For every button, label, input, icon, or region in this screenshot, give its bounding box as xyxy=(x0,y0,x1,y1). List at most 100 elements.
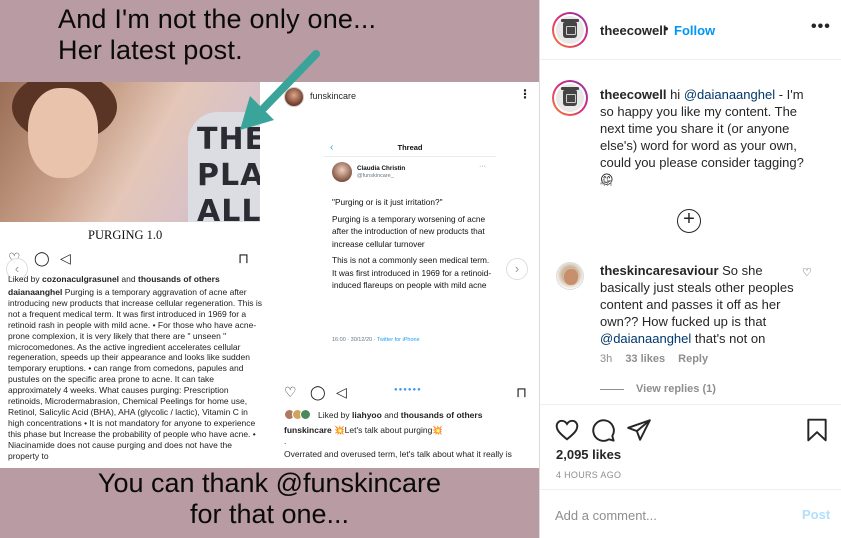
avatar[interactable] xyxy=(552,80,588,116)
liked-by-user: cozonaculgrasunel xyxy=(42,274,120,284)
caption-username: daianaanghel xyxy=(8,287,63,297)
tweet-paragraph: Purging is a temporary worsening of acne… xyxy=(332,213,486,249)
shirt-text: THERE PLAC ALL xyxy=(197,122,260,222)
shot2-caption-line2: Overrated and overused term, let's talk … xyxy=(284,449,512,459)
comment-username[interactable]: theecowell xyxy=(600,87,666,102)
liked-by-label: Liked by xyxy=(318,410,350,420)
heart-icon: ♡ xyxy=(284,384,297,400)
heart-icon[interactable] xyxy=(554,417,580,443)
bookmark-icon: ⊓ xyxy=(238,250,249,266)
share-icon: ◁ xyxy=(336,384,347,400)
liked-by-user: liahyoo xyxy=(352,410,382,420)
post-image[interactable]: And I'm not the only one... Her latest p… xyxy=(0,0,539,538)
caption-dot: . xyxy=(284,436,287,446)
more-icon: ⋮ xyxy=(519,87,531,101)
follow-button[interactable]: Follow xyxy=(674,23,715,38)
caption-text: 💥Let's talk about purging💥 xyxy=(331,425,443,435)
comment-username[interactable]: theskincaresaviour xyxy=(600,263,719,278)
post-actions: 2,095 likes 4 HOURS AGO xyxy=(540,404,841,488)
post-sidebar: theecowell • Follow ••• theecowell hi @d… xyxy=(539,0,841,538)
tweet-more-icon: ··· xyxy=(479,163,486,170)
caption-username: funskincare xyxy=(284,425,332,435)
image-caption-line: And I'm not the only one... xyxy=(58,4,377,34)
liked-by-count: thousands of others xyxy=(400,410,483,420)
shirt-text-line: ALL xyxy=(197,194,260,222)
post-header: theecowell • Follow ••• xyxy=(540,0,841,60)
chevron-right-icon: › xyxy=(506,258,528,280)
screenshot-daianaanghel-post: THERE PLAC ALL PURGING 1.0 ♡ ◯ ◁ ⊓ ‹ Lik… xyxy=(0,82,281,468)
view-replies-label: View replies (1) xyxy=(636,383,716,395)
comment-like-heart-icon[interactable]: ♡ xyxy=(802,266,812,279)
separator-dot: • xyxy=(664,21,669,36)
comment-time[interactable]: 4h xyxy=(600,177,612,189)
image-caption-line: You can thank @funskincare xyxy=(97,468,442,498)
image-caption-line: for that one... xyxy=(189,499,350,529)
liked-by-and: and xyxy=(384,410,399,420)
screenshot-funskincare-post: funskincare ⋮ ‹ Thread Claudia Christin … xyxy=(276,82,539,468)
teal-arrow-icon xyxy=(240,50,320,130)
tweet-avatar xyxy=(332,162,352,182)
view-replies-button[interactable]: View replies (1) xyxy=(600,383,716,395)
liked-by-and: and xyxy=(121,274,136,284)
comment-icon: ◯ xyxy=(310,384,326,400)
liked-by-count: thousands of others xyxy=(137,274,220,284)
share-icon: ◁ xyxy=(60,250,71,266)
add-comment-input[interactable] xyxy=(555,505,775,525)
post-timestamp[interactable]: 4 HOURS AGO xyxy=(556,470,621,480)
comment-text: theskincaresaviour So she basically just… xyxy=(600,262,800,347)
shot1-caption: daianaanghel Purging is a temporary aggr… xyxy=(8,287,263,462)
tweet-text: "Purging or is it just irritation?" Purg… xyxy=(332,196,492,296)
trash-can-icon xyxy=(561,87,579,106)
tweet-thread-card: ‹ Thread Claudia Christin @funskincare_ … xyxy=(324,138,496,352)
comment-body: that's not on xyxy=(691,331,766,346)
header-username[interactable]: theecowell xyxy=(600,23,666,38)
selfie-photo: THERE PLAC ALL xyxy=(0,82,260,222)
trash-can-icon xyxy=(561,19,579,38)
tweet-source: Twitter for iPhone xyxy=(376,337,420,343)
shot2-caption: funskincare 💥Let's talk about purging💥. xyxy=(284,425,534,447)
caption-text: Purging is a temporary aggravation of ac… xyxy=(8,287,263,461)
tweet-paragraph: "Purging or is it just irritation?" xyxy=(332,197,443,207)
comment-time[interactable]: 3h xyxy=(600,353,612,365)
photo-title: PURGING 1.0 xyxy=(88,228,163,242)
comment-body: hi xyxy=(666,87,684,102)
replies-line xyxy=(600,388,624,390)
face-shape xyxy=(28,88,98,178)
bookmark-icon: ⊓ xyxy=(516,384,527,400)
tweet-time: 16:00 · 30/12/20 · xyxy=(332,337,377,343)
bookmark-icon[interactable] xyxy=(804,417,830,443)
shot1-liked-by: Liked by cozonaculgrasunel and thousands… xyxy=(8,274,263,285)
shot2-liked-by: Liked by liahyoo and thousands of others xyxy=(318,410,482,420)
avatar[interactable] xyxy=(552,12,588,48)
comment-text: theecowell hi @daianaanghel - I'm so hap… xyxy=(600,86,820,188)
mention-link[interactable]: @daianaanghel xyxy=(684,87,775,102)
image-caption-line: Her latest post. xyxy=(58,35,243,65)
tweet-paragraph: This is not a commonly seen medical term… xyxy=(332,255,492,290)
mention-link[interactable]: @daianaanghel xyxy=(600,331,691,346)
tweet-timestamp: 16:00 · 30/12/20 · Twitter for iPhone xyxy=(332,337,420,343)
share-icon[interactable] xyxy=(626,417,652,443)
liked-avatars xyxy=(284,409,314,421)
avatar[interactable] xyxy=(556,262,584,290)
shirt-text-line: PLAC xyxy=(197,158,260,193)
image-caption-top: And I'm not the only one... Her latest p… xyxy=(58,4,376,66)
add-comment-bar: Post xyxy=(540,489,841,538)
post-comment-button[interactable]: Post xyxy=(802,507,830,522)
tweet-handle: @funskincare_ xyxy=(357,173,394,179)
tweet-name: Claudia Christin xyxy=(357,165,406,172)
liked-by-label: Liked by xyxy=(8,274,40,284)
more-options-icon[interactable]: ••• xyxy=(811,18,831,36)
comment-icon: ◯ xyxy=(34,250,50,266)
image-caption-bottom: You can thank @funskincare for that one.… xyxy=(0,468,539,530)
comment-likes[interactable]: 33 likes xyxy=(625,353,665,365)
carousel-dots: ●●●●●● xyxy=(394,387,422,393)
comment-body: - I'm so happy you like my content. The … xyxy=(600,87,804,187)
shot1-action-icons: ♡ ◯ ◁ ⊓ xyxy=(8,250,254,268)
comment-icon[interactable] xyxy=(590,417,616,443)
divider xyxy=(324,156,496,157)
thread-title: Thread xyxy=(397,143,423,152)
likes-count[interactable]: 2,095 likes xyxy=(556,447,621,462)
reply-button[interactable]: Reply xyxy=(678,353,708,365)
comment-meta: 3h 33 likes Reply xyxy=(600,353,718,365)
load-more-comments-button[interactable]: + xyxy=(677,209,701,233)
